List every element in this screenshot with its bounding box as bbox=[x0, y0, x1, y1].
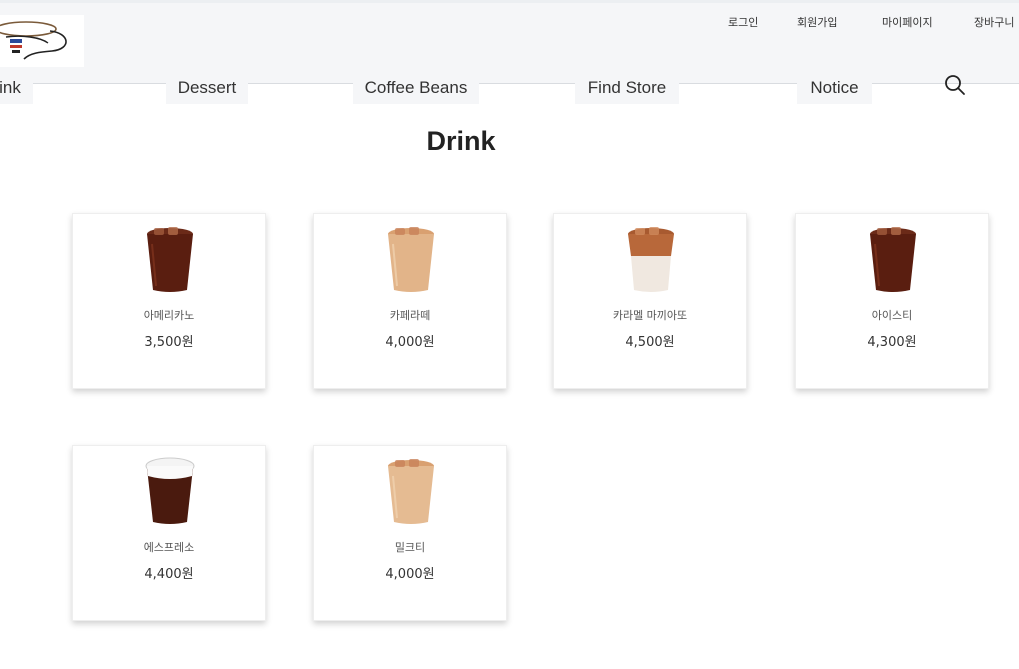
search-icon[interactable] bbox=[944, 74, 966, 96]
product-name: 아메리카노 bbox=[143, 309, 195, 322]
product-name: 아이스티 bbox=[871, 309, 913, 322]
nav-item-find-store[interactable]: Find Store bbox=[575, 72, 679, 104]
product-name: 카라멜 마끼아또 bbox=[612, 309, 688, 322]
product-price: 4,500원 bbox=[625, 335, 675, 350]
espresso-cup-icon bbox=[145, 457, 195, 524]
nav-item-dessert[interactable]: Dessert bbox=[166, 72, 248, 104]
product-price: 4,300원 bbox=[867, 335, 917, 350]
product-card-milk-tea[interactable]: 밀크티 4,000원 bbox=[313, 445, 507, 621]
login-link[interactable]: 로그인 bbox=[728, 14, 758, 30]
cafe-latte-cup-icon bbox=[388, 227, 434, 292]
product-name: 에스프레소 bbox=[143, 541, 195, 554]
caramel-macchiato-cup-icon bbox=[628, 227, 674, 292]
signup-link[interactable]: 회원가입 bbox=[797, 14, 837, 30]
milk-tea-cup-icon bbox=[388, 459, 434, 524]
util-menu: 로그인 회원가입 마이페이지 장바구니 bbox=[0, 14, 1019, 34]
product-price: 3,500원 bbox=[144, 335, 194, 350]
nav-item-notice[interactable]: Notice bbox=[797, 72, 872, 104]
product-name: 카페라떼 bbox=[389, 309, 431, 322]
cart-link[interactable]: 장바구니 bbox=[974, 14, 1014, 30]
mypage-link[interactable]: 마이페이지 bbox=[882, 14, 933, 30]
product-price: 4,000원 bbox=[385, 335, 435, 350]
product-name: 밀크티 bbox=[394, 541, 426, 554]
product-card-americano[interactable]: 아메리카노 3,500원 bbox=[72, 213, 266, 389]
product-card-iced-tea[interactable]: 아이스티 4,300원 bbox=[795, 213, 989, 389]
product-card-espresso[interactable]: 에스프레소 4,400원 bbox=[72, 445, 266, 621]
nav-item-coffee-beans[interactable]: Coffee Beans bbox=[353, 72, 479, 104]
product-price: 4,400원 bbox=[144, 567, 194, 582]
iced-tea-cup-icon bbox=[870, 227, 916, 292]
nav-item-drink[interactable]: Drink bbox=[0, 72, 33, 104]
page-title: Drink bbox=[426, 126, 496, 156]
product-card-caramel-macchiato[interactable]: 카라멜 마끼아또 4,500원 bbox=[553, 213, 747, 389]
americano-cup-icon bbox=[147, 227, 193, 292]
product-price: 4,000원 bbox=[385, 567, 435, 582]
product-card-cafe-latte[interactable]: 카페라떼 4,000원 bbox=[313, 213, 507, 389]
